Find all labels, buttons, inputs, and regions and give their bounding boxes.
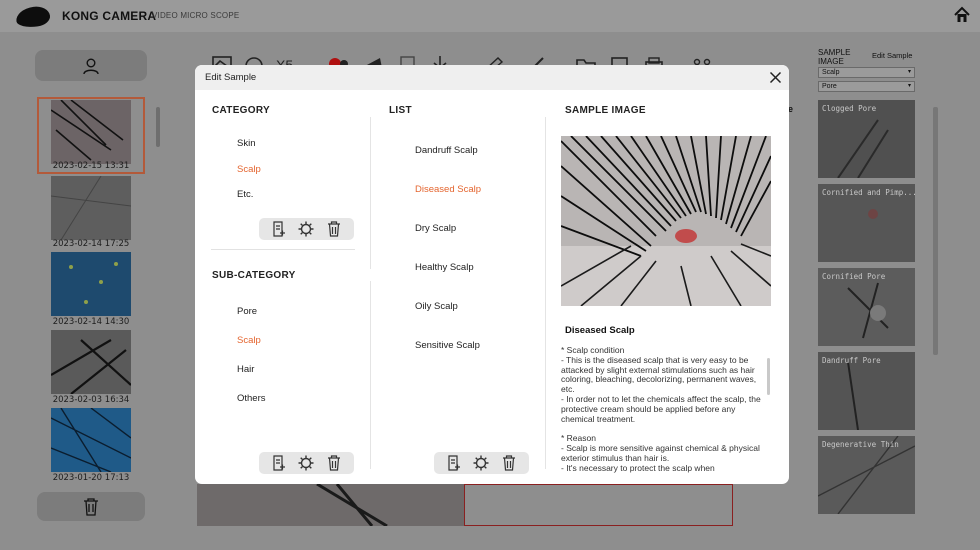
category-item-scalp[interactable]: Scalp [237,164,261,175]
thumbnail-5[interactable] [51,408,131,472]
subcategory-item-hair[interactable]: Hair [237,364,254,375]
category-actions [259,218,354,240]
sample-image [561,136,771,306]
add-document-icon[interactable] [446,455,462,471]
divider [370,281,371,469]
list-item[interactable]: Dandruff Scalp [415,145,478,156]
dialog-header: Edit Sample [195,65,789,90]
sample-thumb[interactable]: Clogged Pore [818,100,915,178]
trash-icon[interactable] [326,455,342,471]
sample-description[interactable]: * Scalp condition - This is the diseased… [561,346,767,474]
add-document-icon[interactable] [271,221,287,237]
description-scrollbar[interactable] [767,358,770,395]
home-icon[interactable] [953,6,971,24]
category-select[interactable]: Scalp ▾ [818,67,915,78]
sample-name: Diseased Scalp [565,325,635,336]
app-brand: KONG CAMERA [62,9,157,23]
edit-sample-link[interactable]: Edit Sample [872,51,912,60]
sample-image-label: SAMPLE IMAGE [818,48,851,66]
thumbnail-1[interactable] [51,100,131,164]
trash-icon[interactable] [501,455,517,471]
sample-image-heading: SAMPLE IMAGE [565,105,646,116]
sample-thumb-label: Degenerative Thin [822,440,899,449]
sample-thumb[interactable]: Degenerative Thin [818,436,915,514]
right-panel-scrollbar[interactable] [933,107,938,355]
thumbnail-scrollbar[interactable] [156,107,160,147]
list-item[interactable]: Diseased Scalp [415,184,481,195]
add-document-icon[interactable] [271,455,287,471]
main-viewer[interactable] [197,484,464,526]
category-item-skin[interactable]: Skin [237,138,255,149]
gear-icon[interactable] [298,455,314,471]
list-item[interactable]: Sensitive Scalp [415,340,480,351]
gear-icon[interactable] [298,221,314,237]
gear-icon[interactable] [473,455,489,471]
dialog-title: Edit Sample [205,72,257,83]
sample-thumb[interactable]: Cornified and Pimp... [818,184,915,262]
top-bar: KONG CAMERA VIDEO MICRO SCOPE [0,0,980,32]
sample-thumb[interactable]: Cornified Pore [818,268,915,346]
thumbnail-3[interactable] [51,252,131,316]
subcategory-heading: SUB-CATEGORY [212,270,296,281]
subcategory-item-scalp[interactable]: Scalp [237,335,261,346]
divider [370,117,371,269]
thumbnail-date: 2023-02-15 13:31 [52,161,130,171]
comparison-viewer[interactable] [464,484,733,526]
chevron-down-icon: ▾ [907,83,911,89]
list-actions [434,452,529,474]
sample-thumb-label: Dandruff Pore [822,356,881,365]
thumbnail-4[interactable] [51,330,131,394]
subcategory-select[interactable]: Pore ▾ [818,81,915,92]
sample-thumb[interactable]: Dandruff Pore [818,352,915,430]
category-heading: CATEGORY [212,105,270,116]
list-item[interactable]: Dry Scalp [415,223,456,234]
thumbnail-2[interactable] [51,176,131,240]
sample-thumb-label: Clogged Pore [822,104,877,113]
thumbnail-date: 2023-02-14 17:25 [52,239,130,249]
sample-thumb-label: Cornified and Pimp... [822,188,915,197]
subcategory-item-pore[interactable]: Pore [237,306,257,317]
thumbnail-date: 2023-01-20 17:13 [52,473,130,483]
divider [545,117,546,469]
delete-thumbnail-button[interactable] [37,492,145,521]
user-icon [83,58,99,74]
close-icon[interactable] [769,71,782,84]
trash-icon [84,497,98,516]
logo [14,4,52,30]
list-item[interactable]: Healthy Scalp [415,262,474,273]
thumbnail-date: 2023-02-14 14:30 [52,317,130,327]
edit-sample-dialog: Edit Sample CATEGORY Skin Scalp Etc. SUB… [195,65,789,484]
divider [211,249,355,250]
chevron-down-icon: ▾ [907,69,911,75]
app-subtitle: VIDEO MICRO SCOPE [152,11,240,20]
thumbnail-date: 2023-02-03 16:34 [52,395,130,405]
subcategory-actions [259,452,354,474]
sample-thumb-label: Cornified Pore [822,272,886,281]
list-heading: LIST [389,105,412,116]
trash-icon[interactable] [326,221,342,237]
user-button[interactable] [35,50,147,81]
subcategory-item-others[interactable]: Others [237,393,266,404]
category-item-etc[interactable]: Etc. [237,189,253,200]
list-item[interactable]: Oily Scalp [415,301,458,312]
